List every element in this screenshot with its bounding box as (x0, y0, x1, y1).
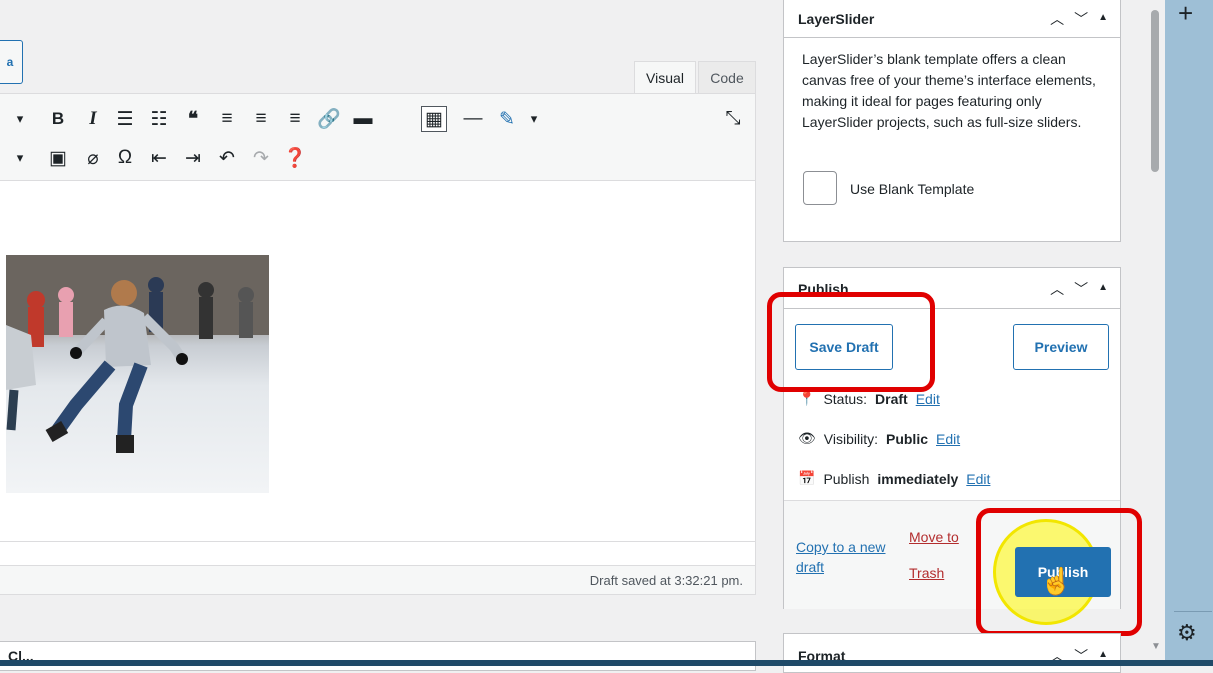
publish-annotation (976, 508, 1142, 636)
outdent-icon[interactable]: ⇤ (146, 145, 172, 171)
move-to-trash-link-line2[interactable]: Trash (909, 565, 944, 581)
fullscreen-icon[interactable]: ⤡ (720, 106, 746, 132)
blockquote-icon[interactable]: ❝ (180, 106, 206, 132)
undo-icon[interactable]: ↶ (214, 145, 240, 171)
edit-status-link[interactable]: Edit (916, 391, 940, 407)
indent-icon[interactable]: ⇥ (180, 145, 206, 171)
read-more-icon[interactable]: ▬ (350, 106, 376, 132)
publish-collapse-icon[interactable]: ▲ (1098, 282, 1108, 299)
blank-template-label: Use Blank Template (850, 181, 975, 197)
scrollbar-thumb[interactable] (1151, 10, 1159, 172)
publish-move-up-icon[interactable]: ︿ (1050, 279, 1064, 299)
color-dropdown-chevron-icon[interactable]: ▾ (14, 145, 26, 171)
skating-photo[interactable] (6, 255, 269, 493)
schedule-row: 📅 Publish immediately Edit (798, 470, 991, 487)
draft-status-bar: Draft saved at 3:32:21 pm. (0, 565, 756, 595)
numbered-list-icon[interactable]: ☷ (146, 106, 172, 132)
layerslider-title: LayerSlider (798, 11, 875, 27)
editor-path-bar (0, 541, 756, 565)
bold-icon[interactable]: B (45, 106, 71, 132)
tab-code[interactable]: Code (698, 61, 756, 93)
side-strip (1165, 0, 1213, 666)
bulleted-list-icon[interactable]: ☰ (112, 106, 138, 132)
move-down-icon[interactable]: ﹀ (1074, 9, 1088, 29)
draft-saved-text: Draft saved at 3:32:21 pm. (589, 572, 743, 588)
layerslider-description: LayerSlider’s blank template offers a cl… (802, 51, 1096, 130)
bottom-shade (0, 660, 1213, 666)
metabox-header: Cl... (0, 641, 756, 671)
status-row: 📍 Status: Draft Edit (798, 390, 940, 407)
clear-formatting-icon[interactable]: ⌀ (80, 145, 106, 171)
link-icon[interactable]: 🔗 (316, 106, 342, 132)
format-dropdown-chevron-icon[interactable]: ▾ (14, 106, 26, 132)
skater-illustration (6, 255, 269, 453)
paste-text-icon[interactable]: ▣ (45, 145, 71, 171)
magic-wand-icon[interactable]: ✎ (494, 106, 520, 132)
wand-dropdown-chevron-icon[interactable]: ▾ (528, 106, 540, 132)
redo-icon[interactable]: ↷ (248, 145, 274, 171)
tab-visual[interactable]: Visual (634, 61, 696, 93)
save-draft-annotation (767, 292, 935, 392)
strip-divider (1174, 611, 1212, 612)
edit-visibility-link[interactable]: Edit (936, 431, 960, 447)
publish-move-down-icon[interactable]: ﹀ (1074, 279, 1088, 299)
move-up-icon[interactable]: ︿ (1050, 9, 1064, 29)
gear-icon[interactable]: ⚙ (1177, 620, 1197, 646)
plus-icon[interactable]: + (1178, 0, 1193, 26)
italic-icon[interactable]: I (80, 106, 106, 132)
special-character-icon[interactable]: Ω (112, 145, 138, 171)
toolbar-toggle-icon[interactable]: ▦ (421, 106, 447, 132)
format-panel: Format ︿ ﹀ ▲ (783, 633, 1121, 673)
horizontal-line-icon[interactable]: — (460, 106, 486, 132)
layerslider-panel: LayerSlider ︿ ﹀ ▲ LayerSlider’s blank te… (783, 0, 1121, 242)
add-media-button[interactable]: a (0, 40, 23, 84)
move-to-trash-link-line1[interactable]: Move to (909, 529, 959, 545)
help-icon[interactable]: ❓ (282, 145, 308, 171)
calendar-icon: 📅 (798, 470, 816, 486)
edit-schedule-link[interactable]: Edit (966, 471, 990, 487)
scroll-down-icon[interactable]: ▼ (1151, 641, 1161, 652)
pin-icon: 📍 (798, 390, 816, 406)
align-right-icon[interactable]: ≡ (282, 106, 308, 132)
collapse-icon[interactable]: ▲ (1098, 12, 1108, 29)
preview-button[interactable]: Preview (1013, 324, 1109, 370)
align-left-icon[interactable]: ≡ (214, 106, 240, 132)
eye-icon: 👁 (798, 430, 816, 446)
blank-template-checkbox[interactable] (803, 171, 837, 205)
visibility-row: 👁 Visibility: Public Edit (798, 430, 961, 447)
copy-to-new-draft-link[interactable]: Copy to a new draft (796, 537, 906, 577)
align-center-icon[interactable]: ≡ (248, 106, 274, 132)
